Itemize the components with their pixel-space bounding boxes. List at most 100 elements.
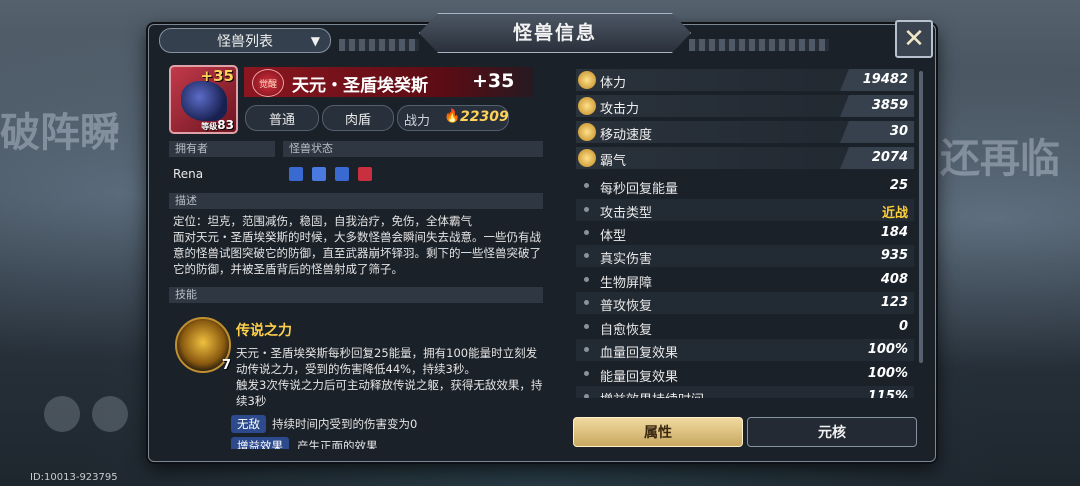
status-header: 怪兽状态 bbox=[283, 141, 543, 157]
skill-description: 天元・圣盾埃癸斯每秒回复25能量，拥有100能量时立刻发动传说之力，受到的伤害降… bbox=[236, 345, 546, 409]
awaken-badge: 觉醒 bbox=[252, 69, 284, 97]
speed-icon bbox=[578, 123, 596, 141]
heal-buff-icon[interactable] bbox=[358, 167, 372, 181]
panel-title-band: 怪兽信息 bbox=[419, 13, 691, 53]
stat-value: 123 bbox=[880, 295, 908, 310]
monster-name-plus: +35 bbox=[472, 70, 515, 92]
stat-label: 移动速度 bbox=[600, 128, 653, 143]
stat-self-heal: 自愈恢复 0 bbox=[576, 316, 914, 338]
stat-label: 增益效果持续时间 bbox=[600, 389, 704, 398]
level-value: 83 bbox=[217, 118, 234, 132]
portrait-plus-level: +35 bbox=[200, 67, 234, 85]
stat-speed: 移动速度 30 bbox=[576, 121, 914, 143]
buff-effect-tag[interactable]: 增益效果 bbox=[231, 437, 289, 449]
player-id: ID:10013-923795 bbox=[30, 472, 118, 483]
defense-buff-icon[interactable] bbox=[335, 167, 349, 181]
stat-label: 血量回复效果 bbox=[600, 346, 679, 361]
stat-energy-regen: 每秒回复能量 25 bbox=[576, 175, 914, 197]
stat-value: 19482 bbox=[862, 72, 908, 87]
description-header: 描述 bbox=[169, 193, 543, 209]
stat-bio-barrier: 生物屏障 408 bbox=[576, 269, 914, 291]
description-body: 面对天元・圣盾埃癸斯的时候，大多数怪兽会瞬间失去战意。一些仍有战意的怪兽试图突破… bbox=[173, 230, 541, 276]
combat-power: 战力 🔥 22309 bbox=[397, 105, 509, 131]
bullet-dot bbox=[584, 207, 589, 212]
level-prefix: 等级 bbox=[201, 122, 218, 131]
stat-domination: 霸气 2074 bbox=[576, 147, 914, 169]
stat-hp-regen-effect: 血量回复效果 100% bbox=[576, 339, 914, 361]
monster-info-panel: 怪兽信息 ✕ 怪兽列表 ▼ +35 等级83 觉醒 天元・圣盾埃癸斯 +35 普… bbox=[148, 13, 936, 462]
stat-value: 100% bbox=[867, 342, 908, 357]
title-decoration-left bbox=[339, 39, 419, 51]
skill-desc-1: 天元・圣盾埃癸斯每秒回复25能量，拥有100能量时立刻发动传说之力，受到的伤害降… bbox=[236, 346, 538, 376]
claw-icon bbox=[578, 149, 596, 167]
armor-buff-icon[interactable] bbox=[312, 167, 326, 181]
settings-gear-icon[interactable] bbox=[44, 396, 80, 432]
sword-icon bbox=[578, 97, 596, 115]
stat-label: 体力 bbox=[600, 76, 627, 91]
bullet-dot bbox=[584, 347, 589, 352]
heart-icon bbox=[578, 71, 596, 89]
stat-value: 30 bbox=[889, 124, 908, 139]
owner-name[interactable]: Rena bbox=[173, 167, 203, 181]
stat-label: 生物屏障 bbox=[600, 276, 653, 291]
buff-effect-text: 产生正面的效果 bbox=[297, 439, 378, 449]
skill-name: 传说之力 bbox=[236, 323, 292, 339]
tab-core[interactable]: 元核 bbox=[747, 417, 917, 447]
bullet-dot bbox=[584, 230, 589, 235]
shield-buff-icon[interactable] bbox=[289, 167, 303, 181]
tab-attributes[interactable]: 属性 bbox=[573, 417, 743, 447]
stat-value: 115% bbox=[867, 389, 908, 398]
stat-value: 25 bbox=[889, 178, 908, 193]
monster-name: 天元・圣盾埃癸斯 bbox=[292, 76, 428, 96]
background-text-left: 破阵瞬 bbox=[0, 110, 120, 156]
skill-desc-2: 触发3次传说之力后可主动释放传说之躯，获得无敌效果，持续3秒 bbox=[236, 378, 543, 408]
description-text: 定位：坦克，范围减伤，稳固，自我治疗，免伤，全体霸气 面对天元・圣盾埃癸斯的时候… bbox=[173, 213, 543, 277]
monster-portrait[interactable]: +35 等级83 bbox=[169, 65, 238, 134]
power-label: 战力 bbox=[404, 114, 431, 129]
skill-header: 技能 bbox=[169, 287, 543, 303]
bullet-dot bbox=[584, 183, 589, 188]
owner-header: 拥有者 bbox=[169, 141, 275, 157]
stat-value: 3859 bbox=[871, 98, 908, 113]
bullet-dot bbox=[584, 371, 589, 376]
dropdown-label: 怪兽列表 bbox=[217, 33, 273, 50]
stat-label: 每秒回复能量 bbox=[600, 182, 679, 197]
auto-button[interactable] bbox=[92, 396, 128, 432]
skill-crown-icon[interactable]: 7 bbox=[175, 317, 231, 373]
bullet-dot bbox=[584, 324, 589, 329]
stat-label: 攻击力 bbox=[600, 102, 640, 117]
stat-true-damage: 真实伤害 935 bbox=[576, 245, 914, 267]
monster-avatar-image bbox=[181, 81, 227, 121]
stat-attack: 攻击力 3859 bbox=[576, 95, 914, 117]
skill-level: 7 bbox=[221, 358, 231, 373]
stat-label: 真实伤害 bbox=[600, 252, 653, 267]
close-x-icon: ✕ bbox=[903, 24, 925, 54]
fire-icon: 🔥 bbox=[444, 109, 461, 124]
stat-energy-regen-effect: 能量回复效果 100% bbox=[576, 363, 914, 385]
stat-attack-type: 攻击类型 近战 bbox=[576, 199, 914, 221]
stat-label: 体型 bbox=[600, 229, 627, 244]
stat-clip-bottom: 增益效果持续时间 115% bbox=[576, 386, 914, 398]
power-value: 22309 bbox=[460, 109, 509, 125]
stat-size: 体型 184 bbox=[576, 222, 914, 244]
stat-buff-duration: 增益效果持续时间 115% bbox=[576, 386, 914, 398]
stat-value: 0 bbox=[898, 319, 908, 334]
stat-value: 近战 bbox=[881, 206, 908, 221]
stats-scrollbar[interactable] bbox=[919, 71, 923, 363]
close-button[interactable]: ✕ bbox=[895, 20, 933, 58]
invincible-tag[interactable]: 无敌 bbox=[231, 415, 266, 433]
stat-hp: 体力 19482 bbox=[576, 69, 914, 91]
background-text-right: 还再临 bbox=[940, 136, 1060, 182]
rarity-tag: 普通 bbox=[245, 105, 319, 131]
monster-list-dropdown[interactable]: 怪兽列表 ▼ bbox=[159, 28, 331, 53]
bullet-dot bbox=[584, 394, 589, 398]
stat-value: 408 bbox=[880, 272, 908, 287]
dropdown-arrow-icon: ▼ bbox=[310, 33, 320, 48]
invincible-text: 持续时间内受到的伤害变为0 bbox=[272, 417, 418, 431]
stat-attack-recovery: 普攻恢复 123 bbox=[576, 292, 914, 314]
description-line-1: 定位：坦克，范围减伤，稳固，自我治疗，免伤，全体霸气 bbox=[173, 214, 472, 228]
panel-title: 怪兽信息 bbox=[512, 22, 597, 44]
stat-value: 100% bbox=[867, 366, 908, 381]
stat-label: 霸气 bbox=[600, 154, 627, 169]
stat-label: 自愈恢复 bbox=[600, 323, 653, 338]
